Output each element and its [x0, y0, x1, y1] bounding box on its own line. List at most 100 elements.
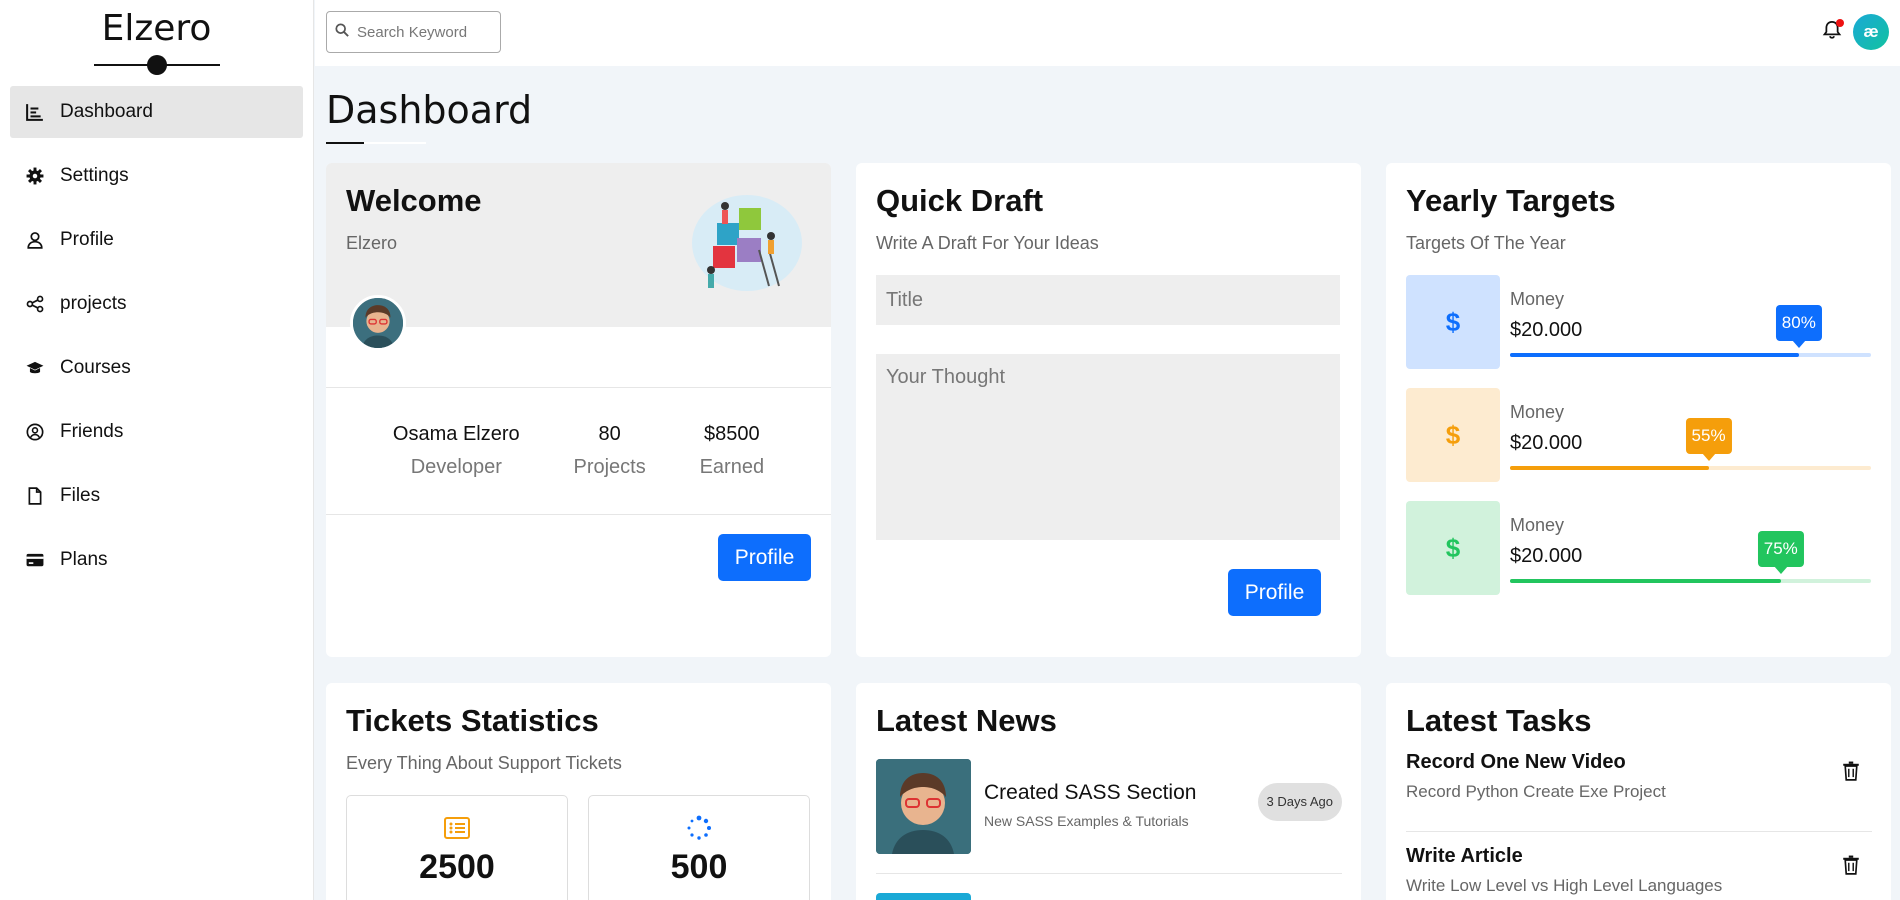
brand-title: Elzero — [101, 8, 212, 49]
sidebar-item-friends[interactable]: Friends — [10, 406, 303, 458]
target-label: Money — [1510, 515, 1565, 535]
stat-name: Osama Elzero Developer — [393, 423, 520, 479]
trash-icon[interactable] — [1842, 761, 1862, 783]
welcome-header: Welcome Elzero — [326, 163, 831, 327]
task-item: Record One New Video Record Python Creat… — [1406, 751, 1872, 832]
sidebar-item-settings[interactable]: Settings — [10, 150, 303, 202]
news-thumbnail — [876, 893, 971, 900]
gear-icon — [24, 165, 46, 187]
stat-earned: $8500 Earned — [700, 423, 765, 479]
ticket-stat-value: 500 — [670, 848, 728, 886]
progress-badge: 75% — [1757, 531, 1804, 574]
sidebar-item-profile[interactable]: Profile — [10, 214, 303, 266]
news-title: Latest News — [876, 703, 1057, 738]
dollar-icon: $ — [1406, 275, 1500, 369]
target-label: Money — [1510, 289, 1565, 309]
credit-card-icon — [24, 549, 46, 571]
page-title: Dashboard — [326, 88, 533, 132]
news-date-badge: 3 Days Ago — [1257, 783, 1342, 821]
dollar-icon: $ — [1406, 388, 1500, 482]
news-item[interactable]: Created SASS Section New SASS Examples &… — [876, 759, 1342, 855]
sidebar-item-label: Courses — [60, 357, 131, 378]
chart-icon — [24, 101, 46, 123]
tickets-title: Tickets Statistics — [346, 703, 599, 738]
stat-label: Developer — [410, 456, 502, 478]
user-icon — [24, 229, 46, 251]
brand: Elzero — [0, 0, 313, 75]
task-desc: Record Python Create Exe Project — [1406, 782, 1666, 801]
sidebar: Elzero Dashboard Settings Profile projec… — [0, 0, 314, 900]
stat-label: Projects — [573, 456, 646, 478]
task-title: Record One New Video — [1406, 751, 1626, 773]
file-icon — [24, 485, 46, 507]
user-circle-icon — [24, 421, 46, 443]
sidebar-item-dashboard[interactable]: Dashboard — [10, 86, 303, 138]
draft-body-textarea[interactable] — [876, 354, 1340, 540]
latest-news-card: Latest News Created SASS Section New SAS… — [856, 683, 1361, 900]
ticket-stat-value: 2500 — [419, 848, 495, 886]
sidebar-item-label: Files — [60, 485, 101, 506]
stat-projects: 80 Projects — [573, 423, 645, 479]
target-item: $ Money $20.000 80% — [1406, 275, 1871, 369]
targets-subtitle: Targets Of The Year — [1406, 233, 1566, 253]
search-box[interactable] — [326, 11, 501, 53]
targets-title: Yearly Targets — [1406, 183, 1616, 218]
tickets-card: Tickets Statistics Every Thing About Sup… — [326, 683, 831, 900]
progress-fill — [1510, 466, 1709, 470]
task-title: Write Article — [1406, 845, 1523, 867]
news-item-title: Created SASS Section — [984, 781, 1197, 804]
sidebar-item-label: projects — [60, 293, 127, 314]
progress-track: 75% — [1510, 531, 1871, 583]
news-item-desc: New SASS Examples & Tutorials — [984, 813, 1189, 829]
sidebar-item-label: Profile — [60, 229, 114, 250]
share-icon — [24, 293, 46, 315]
task-desc: Write Low Level vs High Level Languages — [1406, 876, 1723, 895]
yearly-targets-card: Yearly Targets Targets Of The Year $ Mone… — [1386, 163, 1891, 657]
list-icon — [443, 814, 471, 842]
notification-bell-icon[interactable] — [1822, 19, 1844, 42]
profile-button[interactable]: Profile — [718, 534, 811, 581]
stat-value: Osama Elzero — [392, 423, 520, 445]
target-amount: $20.000 — [1510, 545, 1583, 567]
progress-track: 55% — [1510, 418, 1871, 470]
draft-title-input[interactable] — [876, 275, 1340, 325]
puzzle-illustration — [687, 188, 807, 298]
sidebar-item-files[interactable]: Files — [10, 470, 303, 522]
target-item: $ Money $20.000 75% — [1406, 501, 1871, 595]
target-label: Money — [1510, 402, 1565, 422]
quick-draft-card: Quick Draft Write A Draft For Your Ideas… — [856, 163, 1361, 657]
sidebar-item-label: Plans — [60, 549, 108, 570]
task-item: Write Article Write Low Level vs High Le… — [1406, 845, 1872, 900]
latest-tasks-card: Latest Tasks Record One New Video Record… — [1386, 683, 1891, 900]
news-thumbnail — [876, 759, 971, 854]
sidebar-item-label: Settings — [60, 165, 129, 186]
progress-fill — [1510, 579, 1781, 583]
spinner-icon — [685, 814, 713, 842]
trash-icon[interactable] — [1842, 855, 1862, 877]
news-divider — [876, 873, 1342, 874]
stat-value: 80 — [598, 423, 621, 445]
sidebar-item-projects[interactable]: projects — [10, 278, 303, 330]
title-underline — [326, 142, 426, 144]
target-amount: $20.000 — [1510, 319, 1583, 341]
progress-track: 80% — [1510, 305, 1871, 357]
dollar-icon: $ — [1406, 501, 1500, 595]
graduation-cap-icon — [24, 357, 46, 379]
top-header: æ — [315, 0, 1900, 66]
search-input[interactable] — [357, 23, 497, 41]
progress-badge: 80% — [1775, 305, 1822, 348]
sidebar-item-label: Friends — [60, 421, 124, 442]
sidebar-item-courses[interactable]: Courses — [10, 342, 303, 394]
sidebar-menu: Dashboard Settings Profile projects Cour… — [0, 86, 313, 586]
task-divider — [1406, 831, 1872, 832]
tasks-title: Latest Tasks — [1406, 703, 1592, 738]
sidebar-item-label: Dashboard — [60, 101, 153, 122]
ticket-stat-box: 500 — [588, 795, 810, 900]
sidebar-item-plans[interactable]: Plans — [10, 534, 303, 586]
user-avatar[interactable]: æ — [1853, 14, 1889, 50]
tickets-subtitle: Every Thing About Support Tickets — [346, 753, 622, 773]
brand-divider — [93, 55, 220, 75]
draft-profile-button[interactable]: Profile — [1228, 569, 1321, 616]
quick-draft-title: Quick Draft — [876, 183, 1044, 218]
search-icon — [335, 22, 349, 42]
